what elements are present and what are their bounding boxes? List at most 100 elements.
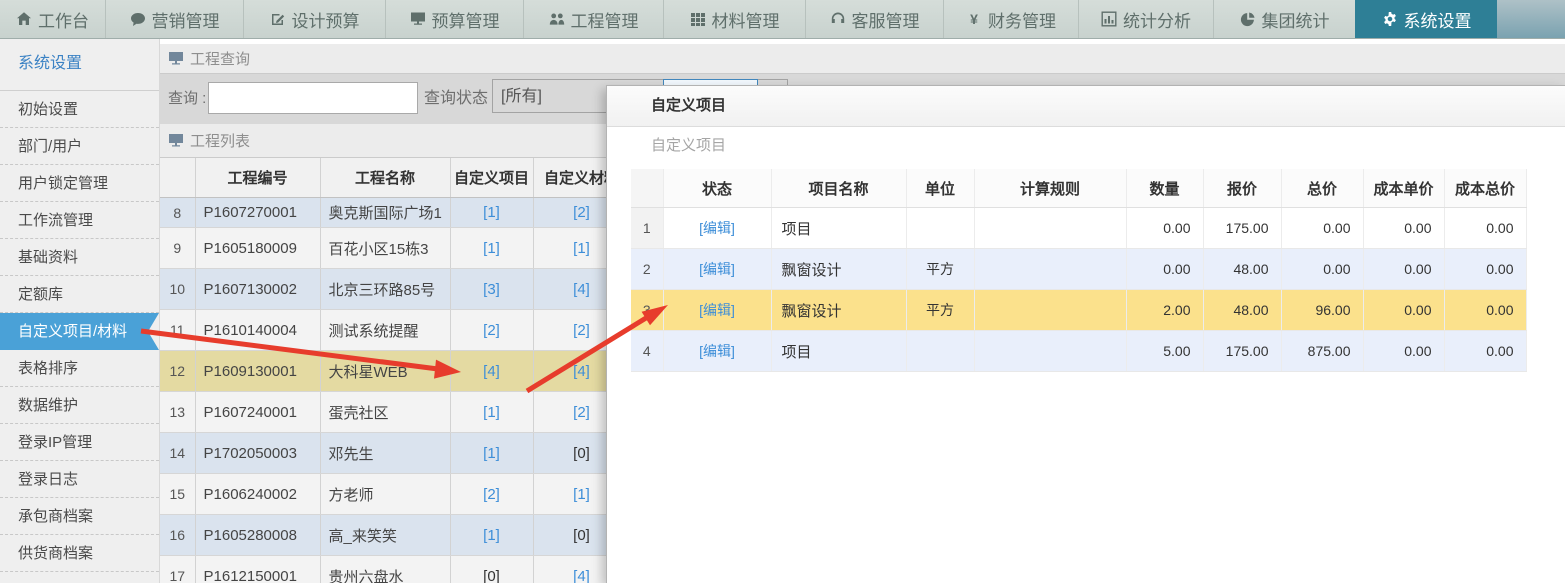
sidebar-item-表格排序[interactable]: 表格排序 [0, 350, 159, 387]
unit-cell [906, 331, 974, 372]
custom-materials-count-link[interactable]: [2] [573, 204, 590, 221]
project-row[interactable]: 10P1607130002北京三环路85号[3][4] [160, 269, 630, 310]
custom-items-count-link[interactable]: [1] [483, 404, 500, 421]
dialog-title: 自定义项目 [607, 86, 1565, 127]
edit-link[interactable]: [编辑] [699, 261, 735, 277]
custom-items-count-link[interactable]: [1] [483, 527, 500, 544]
row-number: 13 [160, 392, 195, 433]
nav-tab-系统设置[interactable]: 系统设置 [1355, 0, 1497, 38]
project-row[interactable]: 15P1606240002方老师[2][1] [160, 474, 630, 515]
custom-item-row[interactable]: 1[编辑]项目0.00175.000.000.000.00 [631, 208, 1526, 249]
custom-materials-count-link[interactable]: [2] [573, 322, 590, 339]
quantity-cell: 2.00 [1126, 290, 1203, 331]
project-row[interactable]: 17P1612150001贵州六盘水[0][4] [160, 556, 630, 583]
project-code: P1607240001 [195, 392, 320, 433]
column-header [631, 169, 663, 208]
project-row[interactable]: 12P1609130001大科星WEB[4][4] [160, 351, 630, 392]
edit-link[interactable]: [编辑] [699, 302, 735, 318]
sidebar-item-登录日志[interactable]: 登录日志 [0, 461, 159, 498]
project-row[interactable]: 11P1610140004测试系统提醒[2][2] [160, 310, 630, 351]
nav-tab-label: 工程管理 [571, 7, 639, 32]
custom-item-row[interactable]: 4[编辑]项目5.00175.00875.000.000.00 [631, 331, 1526, 372]
sidebar: 系统设置 初始设置部门/用户用户锁定管理工作流管理基础资料定额库自定义项目/材料… [0, 38, 160, 583]
custom-materials-count-link[interactable]: [4] [573, 281, 590, 298]
project-name: 贵州六盘水 [320, 556, 450, 583]
nav-tab-工作台[interactable]: 工作台 [0, 0, 105, 38]
custom-materials-count-link[interactable]: [4] [573, 568, 590, 583]
project-row[interactable]: 13P1607240001蛋壳社区[1][2] [160, 392, 630, 433]
nav-tab-工程管理[interactable]: 工程管理 [523, 0, 663, 38]
panel-title: 工程查询 [190, 48, 250, 69]
row-number: 1 [631, 208, 663, 249]
custom-materials-count-link[interactable]: [2] [573, 404, 590, 421]
project-row[interactable]: 8P1607270001奥克斯国际广场1[1][2] [160, 198, 630, 228]
count-cell: [1] [450, 433, 533, 474]
nav-tab-预算管理[interactable]: 预算管理 [385, 0, 523, 38]
query-status-label: 查询状态 [424, 74, 488, 124]
item-name: 项目 [771, 331, 906, 372]
sidebar-item-数据维护[interactable]: 数据维护 [0, 387, 159, 424]
project-row[interactable]: 16P1605280008高_来笑笑[1][0] [160, 515, 630, 556]
sidebar-item-登录IP管理[interactable]: 登录IP管理 [0, 424, 159, 461]
top-nav: 工作台 营销管理设计预算预算管理 工程管理材料管理客服管理¥财务管理统计分析集团统计… [0, 0, 1565, 39]
custom-materials-count-link[interactable]: [1] [573, 240, 590, 257]
sidebar-item-用户锁定管理[interactable]: 用户锁定管理 [0, 165, 159, 202]
custom-items-count-link[interactable]: [1] [483, 445, 500, 462]
custom-item-row[interactable]: 3[编辑]飘窗设计平方2.0048.0096.000.000.00 [631, 290, 1526, 331]
project-name: 大科星WEB [320, 351, 450, 392]
sidebar-item-自定义项目/材料[interactable]: 自定义项目/材料 [0, 313, 159, 350]
item-name: 飘窗设计 [771, 249, 906, 290]
chat-icon [130, 11, 146, 27]
sidebar-item-部门/用户[interactable]: 部门/用户 [0, 128, 159, 165]
custom-item-row[interactable]: 2[编辑]飘窗设计平方0.0048.000.000.000.00 [631, 249, 1526, 290]
sidebar-item-基础资料[interactable]: 基础资料 [0, 239, 159, 276]
edit-link[interactable]: [编辑] [699, 343, 735, 359]
custom-materials-count-link: [0] [573, 445, 590, 462]
nav-tab-集团统计[interactable]: 集团统计 [1213, 0, 1355, 38]
nav-tab-营销管理[interactable]: 营销管理 [105, 0, 243, 38]
users-icon [549, 11, 565, 27]
project-row[interactable]: 9P1605180009百花小区15栋3[1][1] [160, 228, 630, 269]
edit-icon [270, 11, 286, 27]
quantity-cell: 0.00 [1126, 249, 1203, 290]
total-price-cell: 875.00 [1281, 331, 1363, 372]
project-name: 测试系统提醒 [320, 310, 450, 351]
project-code: P1607270001 [195, 198, 320, 228]
custom-items-count-link[interactable]: [2] [483, 486, 500, 503]
custom-items-count-link[interactable]: [1] [483, 204, 500, 221]
sidebar-item-工作流管理[interactable]: 工作流管理 [0, 202, 159, 239]
nav-tab-统计分析[interactable]: 统计分析 [1078, 0, 1213, 38]
column-header: 成本总价 [1444, 169, 1526, 208]
column-header: 成本单价 [1363, 169, 1444, 208]
custom-items-count-link[interactable]: [4] [483, 363, 500, 380]
column-header: 总价 [1281, 169, 1363, 208]
home-icon [16, 11, 32, 27]
custom-materials-count-link[interactable]: [4] [573, 363, 590, 380]
project-name: 百花小区15栋3 [320, 228, 450, 269]
nav-tab-label: 营销管理 [152, 7, 220, 32]
custom-items-count-link[interactable]: [3] [483, 281, 500, 298]
column-header: 工程名称 [320, 158, 450, 198]
sidebar-item-供货商档案[interactable]: 供货商档案 [0, 535, 159, 572]
nav-tab-材料管理[interactable]: 材料管理 [663, 0, 805, 38]
nav-tab-设计预算[interactable]: 设计预算 [243, 0, 385, 38]
sidebar-item-初始设置[interactable]: 初始设置 [0, 91, 159, 128]
project-table-header: 工程编号工程名称自定义项目自定义材料 [160, 158, 630, 198]
nav-tab-客服管理[interactable]: 客服管理 [805, 0, 943, 38]
svg-text:¥: ¥ [970, 11, 978, 27]
custom-items-count-link[interactable]: [1] [483, 240, 500, 257]
sidebar-item-承包商档案[interactable]: 承包商档案 [0, 498, 159, 535]
cost-unit-price-cell: 0.00 [1363, 331, 1444, 372]
column-header [160, 158, 195, 198]
search-input[interactable] [208, 82, 418, 114]
nav-tab-财务管理[interactable]: ¥财务管理 [943, 0, 1078, 38]
count-cell: [1] [450, 515, 533, 556]
quote-price-cell: 175.00 [1203, 208, 1281, 249]
custom-items-count-link[interactable]: [2] [483, 322, 500, 339]
sidebar-item-定额库[interactable]: 定额库 [0, 276, 159, 313]
edit-link[interactable]: [编辑] [699, 220, 735, 236]
cost-unit-price-cell: 0.00 [1363, 208, 1444, 249]
custom-materials-count-link[interactable]: [1] [573, 486, 590, 503]
project-name: 奥克斯国际广场1 [320, 198, 450, 228]
project-row[interactable]: 14P1702050003邓先生[1][0] [160, 433, 630, 474]
